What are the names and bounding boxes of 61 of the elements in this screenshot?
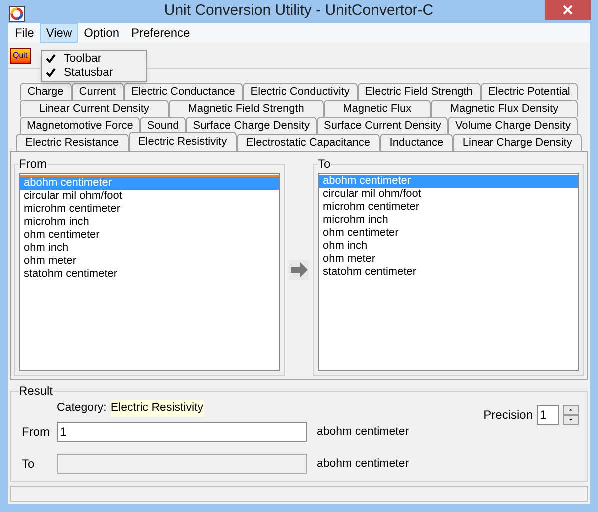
category-tab[interactable]: Current — [72, 83, 124, 100]
from-input-field[interactable]: 1 — [57, 422, 307, 442]
list-title: To — [318, 156, 331, 173]
unit-list[interactable]: abohm centimeter circular mil ohm/foot microhm centimeter microhm inch ohm centimeter ohm inch ohm meter statohm centimeter — [19, 173, 280, 371]
unit-item[interactable]: ohm centimeter — [319, 227, 578, 240]
unit-item[interactable]: circular mil ohm/foot — [20, 190, 279, 203]
close-button[interactable] — [545, 0, 591, 20]
category-tab[interactable]: Electric Resistivity — [128, 132, 237, 151]
category-tab[interactable]: Magnetic Field Strength — [168, 100, 324, 117]
category-tab[interactable]: Inductance — [380, 134, 454, 151]
category-tab[interactable]: Linear Charge Density — [453, 134, 582, 151]
right-arrow-icon — [289, 260, 309, 280]
unit-item[interactable]: microhm centimeter — [319, 201, 578, 214]
category-tab[interactable]: Linear Current Density — [20, 100, 169, 117]
unit-item[interactable]: statohm centimeter — [319, 266, 578, 279]
unit-item[interactable]: ohm centimeter — [20, 229, 279, 242]
category-tab[interactable]: Charge — [20, 83, 72, 100]
unit-list[interactable]: abohm centimeter circular mil ohm/foot microhm centimeter microhm inch ohm centimeter ohm inch ohm meter statohm centimeter — [318, 173, 579, 371]
unit-item[interactable]: microhm inch — [319, 214, 578, 227]
category-label: Category: — [57, 401, 107, 416]
menu-item[interactable]: Option — [78, 23, 126, 43]
spin-down-icon[interactable] — [563, 415, 579, 425]
category-tab[interactable]: Magnetomotive Force — [20, 117, 140, 134]
unit-item[interactable]: microhm inch — [20, 216, 279, 229]
spin-up-icon[interactable] — [563, 405, 579, 415]
unit-item[interactable]: ohm inch — [20, 242, 279, 255]
category-tab[interactable]: Electric Conductance — [124, 83, 244, 100]
unit-item[interactable]: ohm meter — [319, 253, 578, 266]
category-tab[interactable]: Electric Conductivity — [243, 83, 358, 100]
unit-item[interactable]: ohm meter — [20, 255, 279, 268]
category-tab[interactable]: Volume Charge Density — [448, 117, 578, 134]
unit-item[interactable]: circular mil ohm/foot — [319, 188, 578, 201]
category-tab[interactable]: Magnetic Flux Density — [431, 100, 578, 117]
category-tab[interactable]: Electric Resistance — [16, 134, 129, 151]
category-tab[interactable]: Electric Potential — [480, 83, 578, 100]
category-tab[interactable]: Electrostatic Capacitance — [236, 134, 380, 151]
to-label: To — [21, 456, 36, 474]
window-title: Unit Conversion Utility - UnitConvertor-C — [164, 1, 434, 22]
result-title: Result — [19, 383, 54, 400]
close-icon — [563, 5, 573, 15]
menu-item[interactable]: File — [9, 23, 40, 43]
unit-item[interactable]: ohm inch — [319, 240, 578, 253]
quit-button[interactable]: Quit — [10, 48, 31, 64]
menu-item[interactable]: Preference — [126, 23, 196, 43]
menu-item[interactable]: View — [40, 23, 78, 43]
precision-label: Precision — [484, 407, 533, 424]
from-unit: abohm centimeter — [317, 424, 410, 440]
to-unit: abohm centimeter — [317, 456, 410, 472]
category-tab[interactable]: Magnetic Flux — [324, 100, 432, 117]
from-label: From — [21, 424, 51, 442]
to-output-field[interactable] — [57, 454, 307, 474]
category-value: Electric Resistivity — [110, 400, 204, 418]
category-tab[interactable]: Surface Charge Density — [186, 117, 318, 134]
unit-item[interactable]: statohm centimeter — [20, 268, 279, 281]
precision-field[interactable]: 1 — [537, 405, 559, 425]
list-title: From — [19, 156, 47, 173]
unit-item[interactable]: microhm centimeter — [20, 203, 279, 216]
category-tab[interactable]: Electric Field Strength — [358, 83, 481, 100]
category-tab[interactable]: Surface Current Density — [317, 117, 448, 134]
view-menu-item[interactable]: Statusbar — [42, 66, 146, 80]
view-menu-item[interactable]: Toolbar — [42, 52, 146, 66]
